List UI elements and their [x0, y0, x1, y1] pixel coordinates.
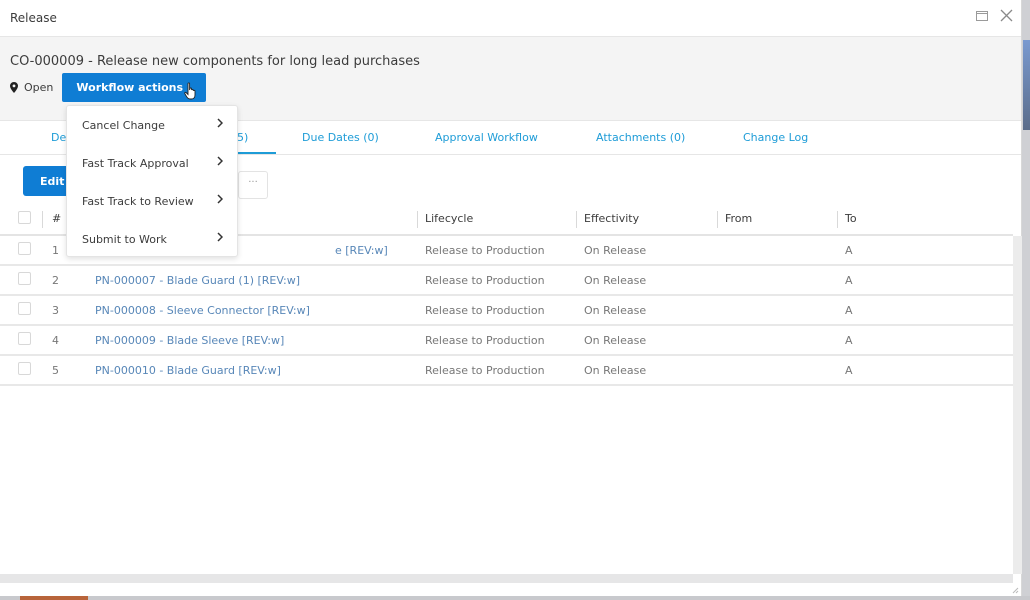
column-separator — [576, 211, 577, 228]
tab-change-log[interactable]: Change Log — [743, 131, 808, 144]
workflow-actions-menu: Cancel Change Fast Track Approval Fast T… — [66, 105, 238, 257]
table-row[interactable]: 5 PN-000010 - Blade Guard [REV:w] Release … — [0, 355, 1013, 386]
background-taskbar-strip — [0, 596, 1030, 600]
from-cell — [717, 325, 837, 356]
lifecycle-cell: Release to Production — [417, 235, 576, 266]
menu-item-fast-track-approval[interactable]: Fast Track Approval — [67, 144, 237, 182]
column-header-label: To — [845, 212, 857, 225]
item-link[interactable]: PN-000010 - Blade Guard [REV:w] — [82, 355, 417, 386]
title-bar: Release — [0, 0, 1021, 37]
chevron-right-icon — [217, 118, 223, 128]
select-all-header — [0, 203, 42, 236]
workflow-actions-button[interactable]: Workflow actions — [62, 73, 207, 102]
release-dialog: Release CO-000009 - Release new componen… — [0, 0, 1022, 596]
column-header-to[interactable]: To — [837, 203, 1013, 236]
from-cell — [717, 295, 837, 326]
to-cell: A — [837, 355, 1013, 386]
row-checkbox[interactable] — [18, 332, 31, 345]
to-cell: A — [837, 295, 1013, 326]
column-header-label: # — [52, 212, 62, 225]
column-header-effectivity[interactable]: Effectivity — [576, 203, 717, 236]
row-select-cell — [0, 355, 42, 386]
tab-details[interactable]: De — [51, 131, 66, 144]
row-number: 2 — [42, 265, 82, 296]
menu-item-submit-to-work[interactable]: Submit to Work — [67, 220, 237, 258]
effectivity-cell: On Release — [576, 235, 717, 266]
horizontal-scrollbar[interactable] — [0, 574, 1013, 583]
row-select-cell — [0, 325, 42, 356]
item-link[interactable]: PN-000007 - Blade Guard (1) [REV:w] — [82, 265, 417, 296]
lifecycle-cell: Release to Production — [417, 295, 576, 326]
more-options-button[interactable]: ··· — [238, 171, 268, 199]
effectivity-cell: On Release — [576, 295, 717, 326]
workflow-actions-label: Workflow actions — [76, 81, 184, 94]
menu-item-cancel-change[interactable]: Cancel Change — [67, 106, 237, 144]
menu-item-label: Submit to Work — [82, 232, 167, 246]
table-row[interactable]: 4 PN-000009 - Blade Sleeve [REV:w] Release… — [0, 325, 1013, 356]
row-checkbox[interactable] — [18, 272, 31, 285]
row-checkbox[interactable] — [18, 302, 31, 315]
row-select-cell — [0, 235, 42, 266]
menu-item-label: Cancel Change — [82, 118, 165, 132]
background-element — [20, 596, 88, 600]
column-header-label: Effectivity — [584, 212, 640, 225]
row-select-cell — [0, 265, 42, 296]
window-title: Release — [10, 11, 57, 25]
item-link[interactable]: PN-000008 - Sleeve Connector [REV:w] — [82, 295, 417, 326]
column-separator — [717, 211, 718, 228]
from-cell — [717, 355, 837, 386]
lifecycle-cell: Release to Production — [417, 325, 576, 356]
column-header-label: Lifecycle — [425, 212, 474, 225]
location-pin-icon — [10, 82, 18, 93]
to-cell: A — [837, 265, 1013, 296]
status-label: Open — [24, 81, 54, 94]
item-link[interactable]: PN-000009 - Blade Sleeve [REV:w] — [82, 325, 417, 356]
column-header-from[interactable]: From — [717, 203, 837, 236]
column-separator — [837, 211, 838, 228]
from-cell — [717, 265, 837, 296]
chevron-right-icon — [217, 232, 223, 242]
table-row[interactable]: 3 PN-000008 - Sleeve Connector [REV:w] Rel… — [0, 295, 1013, 326]
effectivity-cell: On Release — [576, 355, 717, 386]
to-cell: A — [837, 325, 1013, 356]
menu-item-fast-track-to-review[interactable]: Fast Track to Review — [67, 182, 237, 220]
chevron-right-icon — [217, 194, 223, 204]
tab-due-dates[interactable]: Due Dates (0) — [302, 131, 379, 144]
row-number: 4 — [42, 325, 82, 356]
effectivity-cell: On Release — [576, 265, 717, 296]
row-number: 3 — [42, 295, 82, 326]
vertical-scrollbar[interactable] — [1013, 236, 1022, 574]
table-row[interactable]: 2 PN-000007 - Blade Guard (1) [REV:w] Rele… — [0, 265, 1013, 296]
tab-approval-workflow[interactable]: Approval Workflow — [435, 131, 538, 144]
tab-attachments[interactable]: Attachments (0) — [596, 131, 685, 144]
status-badge: Open — [10, 81, 53, 94]
lifecycle-cell: Release to Production — [417, 355, 576, 386]
row-checkbox[interactable] — [18, 242, 31, 255]
maximize-icon[interactable] — [976, 10, 988, 21]
lifecycle-cell: Release to Production — [417, 265, 576, 296]
column-separator — [417, 211, 418, 228]
row-checkbox[interactable] — [18, 362, 31, 375]
from-cell — [717, 235, 837, 266]
select-all-checkbox[interactable] — [18, 210, 31, 224]
tab-managed-items[interactable]: 5) — [237, 131, 248, 144]
close-icon[interactable] — [1000, 9, 1013, 22]
change-order-title: CO-000009 - Release new components for l… — [10, 54, 420, 69]
chevron-right-icon — [217, 156, 223, 166]
hand-cursor-icon — [184, 82, 196, 100]
menu-item-label: Fast Track Approval — [82, 156, 189, 170]
active-tab-indicator — [236, 152, 276, 154]
menu-item-label: Fast Track to Review — [82, 194, 194, 208]
row-select-cell — [0, 295, 42, 326]
background-window-edge — [1023, 40, 1030, 130]
to-cell: A — [837, 235, 1013, 266]
column-header-lifecycle[interactable]: Lifecycle — [417, 203, 576, 236]
effectivity-cell: On Release — [576, 325, 717, 356]
column-header-label: From — [725, 212, 753, 225]
row-number: 5 — [42, 355, 82, 386]
resize-grip-icon[interactable] — [1011, 586, 1019, 594]
column-separator — [42, 211, 43, 228]
